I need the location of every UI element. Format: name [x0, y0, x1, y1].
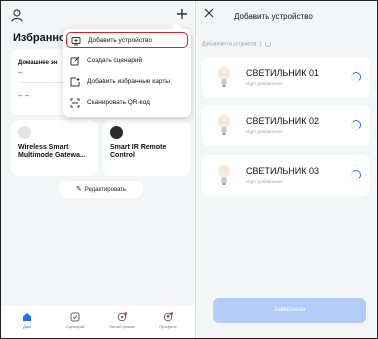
bulb-icon	[218, 164, 230, 185]
tab-label: Сценарий	[65, 324, 85, 329]
menu-item-label: Добавить избранные карты	[87, 78, 171, 85]
edit-label: Редактировать	[84, 187, 127, 193]
device-status: Идет добавление	[246, 129, 283, 134]
tab-profile[interactable]: Профиль	[148, 309, 188, 329]
home-screen: Избранное Домашнее эн -- -- -- Wireless …	[1, 1, 194, 338]
home-energy-label: Домашнее эн	[18, 60, 58, 66]
menu-item-add-favorite-cards[interactable]: Добавить избранные карты	[66, 74, 188, 90]
scenario-icon	[70, 312, 80, 322]
adding-device-card[interactable]: СВЕТИЛЬНИК 03 Идет добавление	[202, 155, 370, 196]
tab-label: Дом	[23, 324, 31, 329]
adding-count-text: Добавляется устройств: 1	[202, 41, 271, 47]
gateway-device-icon	[18, 126, 31, 139]
edit-button[interactable]: ✎ Редактировать	[59, 181, 143, 198]
tab-label: Профиль	[159, 324, 177, 329]
menu-item-label: Создать сценарий	[87, 57, 143, 64]
bottom-tab-bar: Дом Сценарий Умный режим Профиль	[1, 306, 194, 338]
plus-icon[interactable]	[176, 8, 188, 20]
device-status: Идет добавление	[246, 179, 283, 184]
home-icon	[23, 313, 31, 321]
menu-item-add-device[interactable]: Добавить устройство	[66, 32, 188, 48]
scan-qr-icon	[70, 98, 80, 108]
tab-label: Умный режим	[109, 324, 135, 329]
bulb-icon	[218, 114, 230, 135]
tab-smart[interactable]: Умный режим	[102, 309, 142, 329]
device-name: СВЕТИЛЬНИК 01	[246, 68, 320, 78]
device-name: СВЕТИЛЬНИК 03	[246, 166, 320, 176]
page-title: Добавить устройство	[234, 12, 313, 21]
tab-scenario[interactable]: Сценарий	[55, 309, 95, 329]
profile-icon	[163, 312, 173, 322]
close-icon[interactable]	[204, 8, 214, 18]
smart-icon	[117, 312, 127, 322]
device-status: Идет добавление	[246, 81, 283, 86]
home-topbar	[1, 1, 194, 27]
progress-spinner-icon	[351, 170, 361, 180]
progress-spinner-icon	[351, 120, 361, 130]
menu-item-create-scenario[interactable]: Создать сценарий	[66, 53, 188, 69]
home-energy-value: --	[18, 70, 23, 77]
menu-item-label: Сканировать QR-код	[87, 99, 150, 106]
adding-device-card[interactable]: СВЕТИЛЬНИК 02 Идет добавление	[202, 105, 370, 146]
progress-spinner-icon	[351, 72, 361, 82]
add-favorite-card-icon	[70, 77, 80, 87]
add-device-icon	[71, 37, 81, 46]
loading-spinner-icon	[264, 41, 271, 47]
create-scene-icon	[70, 56, 80, 66]
device-name: Smart IR Remote Control	[110, 144, 167, 160]
tab-home[interactable]: Дом	[7, 309, 47, 329]
add-menu-dropdown: Добавить устройство Создать сценарий Доб…	[63, 23, 191, 117]
add-device-screen: Добавить устройство Добавляется устройст…	[195, 1, 377, 338]
menu-item-scan-qr[interactable]: Сканировать QR-код	[66, 95, 188, 111]
menu-item-label: Добавить устройство	[88, 37, 153, 44]
device-card-ir-remote[interactable]: Smart IR Remote Control	[103, 120, 190, 176]
home-energy-value-2: -- --	[18, 93, 30, 100]
done-button[interactable]: Завершено	[213, 298, 366, 323]
pencil-icon: ✎	[75, 186, 82, 193]
ir-remote-device-icon	[110, 126, 123, 139]
device-name: Wireless Smart Multimode Gatewa...	[18, 144, 86, 160]
adding-device-card[interactable]: СВЕТИЛЬНИК 01 Идет добавление	[202, 57, 370, 98]
device-card-gateway[interactable]: Wireless Smart Multimode Gatewa...	[11, 120, 98, 176]
user-icon[interactable]	[11, 9, 23, 22]
bulb-icon	[218, 66, 230, 87]
device-name: СВЕТИЛЬНИК 02	[246, 116, 320, 126]
